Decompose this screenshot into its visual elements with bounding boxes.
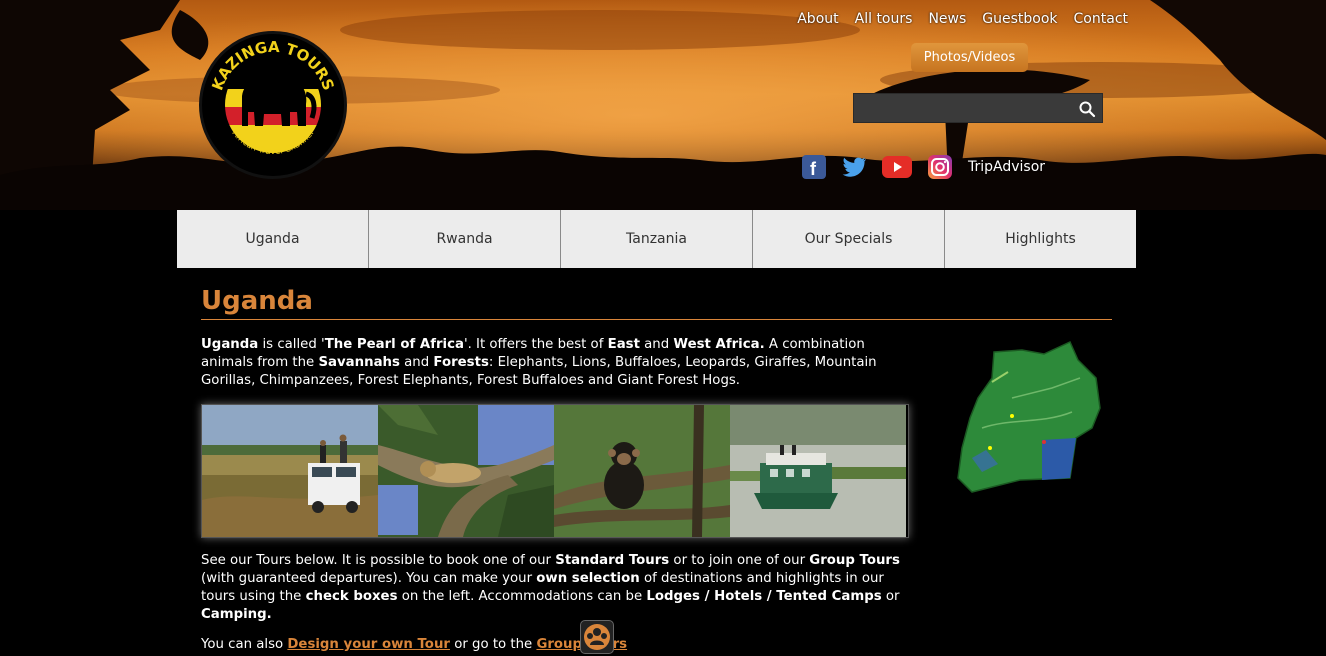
tree-lion-photo[interactable] [378, 405, 554, 537]
own-selection-text: own selection [536, 571, 640, 586]
nav-guestbook[interactable]: Guestbook [974, 10, 1065, 28]
tab-rwanda[interactable]: Rwanda [369, 210, 561, 268]
links-text: or go to the [449, 637, 537, 652]
destination-tabs: Uganda Rwanda Tanzania Our Specials High… [177, 210, 1136, 268]
tours-text: or [881, 589, 900, 604]
tab-uganda[interactable]: Uganda [177, 210, 369, 268]
instagram-icon[interactable] [928, 155, 952, 179]
camping-text: Camping. [201, 607, 272, 622]
design-your-own-tour-link[interactable]: Design your own Tour [287, 637, 450, 652]
facebook-icon[interactable]: f [802, 155, 826, 179]
search-input[interactable] [854, 94, 1074, 122]
tours-text: or to join one of our [669, 553, 810, 568]
intro-paragraph: Uganda is called 'The Pearl of Africa'. … [201, 336, 911, 390]
intro-text: and [639, 337, 674, 352]
group-tours-text: Group Tours [809, 553, 900, 568]
photos-videos-button[interactable]: Photos/Videos [911, 43, 1028, 72]
intro-text: is called ' [258, 337, 325, 352]
search-box [853, 93, 1103, 123]
tours-paragraph: See our Tours below. It is possible to b… [201, 552, 911, 624]
intro-text: '. It offers the best of [463, 337, 608, 352]
links-paragraph: You can also Design your own Tour or go … [201, 636, 627, 654]
standard-tours-text: Standard Tours [555, 553, 670, 568]
tours-text: See our Tours below. It is possible to b… [201, 553, 556, 568]
twitter-icon[interactable] [842, 155, 866, 179]
photo-gallery [201, 404, 909, 538]
check-boxes-text: check boxes [305, 589, 398, 604]
nav-contact[interactable]: Contact [1066, 10, 1136, 28]
intro-forests: Forests [433, 355, 489, 370]
safari-jeep-photo[interactable] [202, 405, 378, 537]
nav-about[interactable]: About [789, 10, 846, 28]
tab-tanzania[interactable]: Tanzania [561, 210, 753, 268]
page-title: Uganda [201, 280, 1112, 320]
uganda-map[interactable] [952, 338, 1104, 498]
top-navigation: About All tours News Guestbook Contact [789, 10, 1136, 28]
svg-text:f: f [810, 159, 817, 179]
intro-savannahs: Savannahs [318, 355, 400, 370]
intro-uganda: Uganda [201, 337, 259, 352]
tripadvisor-link[interactable]: TripAdvisor [968, 159, 1045, 175]
social-links: f TripAdvisor [802, 155, 1045, 179]
intro-text: and [399, 355, 434, 370]
intro-east: East [607, 337, 640, 352]
nav-all-tours[interactable]: All tours [847, 10, 921, 28]
chimpanzee-photo[interactable] [554, 405, 730, 537]
tours-text: on the left. Accommodations can be [397, 589, 647, 604]
kazinga-tours-logo[interactable]: KAZINGA TOURS African Travel Channel [199, 31, 347, 179]
intro-pearl: The Pearl of Africa [324, 337, 464, 352]
search-icon[interactable] [1078, 100, 1096, 118]
tab-highlights[interactable]: Highlights [945, 210, 1136, 268]
boat-photo[interactable] [730, 405, 906, 537]
intro-west-africa: West Africa. [673, 337, 765, 352]
group-tours-icon[interactable] [580, 620, 614, 654]
elephant-logo-icon: KAZINGA TOURS African Travel Channel [204, 36, 342, 174]
tours-text: (with guaranteed departures). You can ma… [201, 571, 537, 586]
links-text: You can also [201, 637, 288, 652]
youtube-icon[interactable] [882, 156, 912, 178]
tab-our-specials[interactable]: Our Specials [753, 210, 945, 268]
nav-news[interactable]: News [920, 10, 974, 28]
header-banner: KAZINGA TOURS African Travel Channel Abo… [0, 0, 1326, 210]
accommodations-text: Lodges / Hotels / Tented Camps [646, 589, 882, 604]
